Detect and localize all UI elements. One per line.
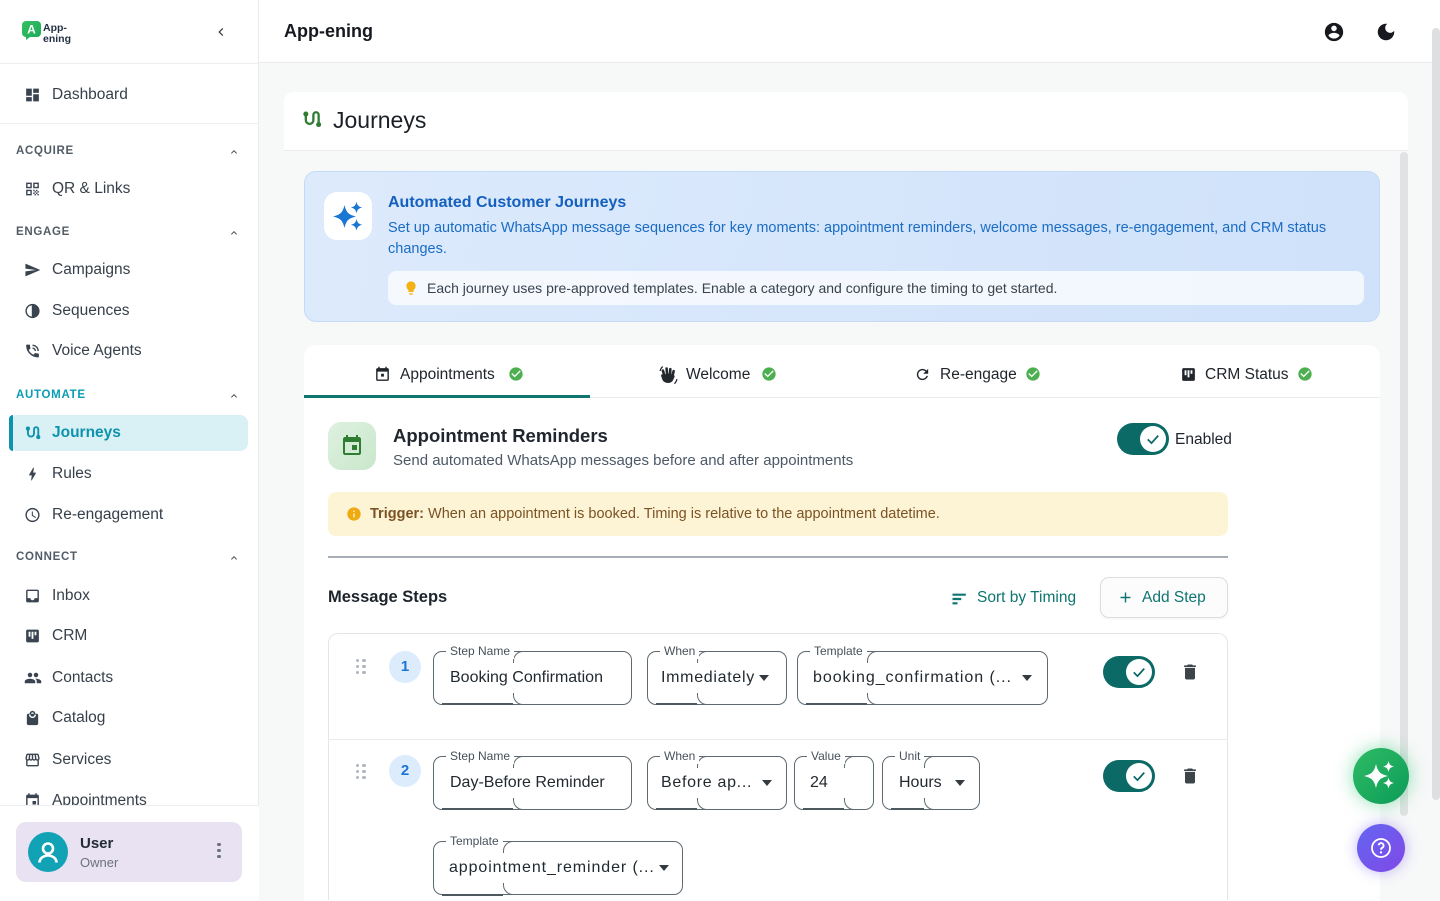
svg-text:A: A bbox=[27, 23, 36, 37]
